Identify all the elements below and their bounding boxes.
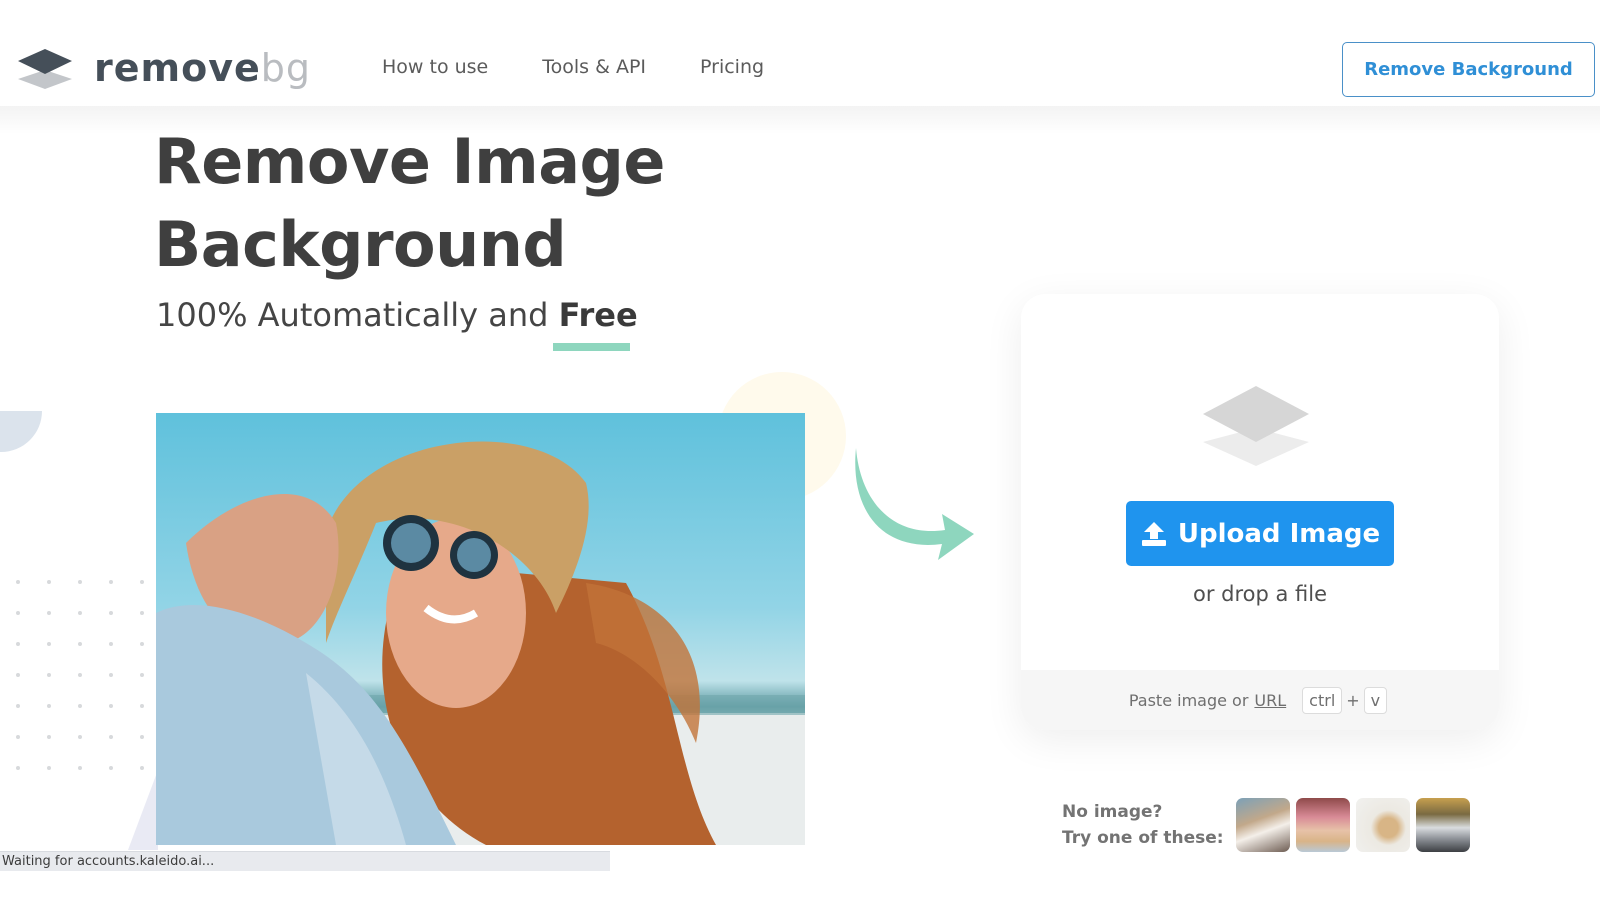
curved-arrow-icon [855, 448, 974, 560]
decorative-dot [47, 611, 51, 615]
url-link[interactable]: URL [1254, 691, 1286, 710]
layers-icon [1203, 386, 1309, 466]
decorative-dot [140, 704, 144, 708]
sample-thumbnail-cat[interactable] [1295, 798, 1350, 852]
decorative-dot [47, 766, 51, 770]
decorative-dot-grid [16, 580, 171, 797]
drop-file-hint: or drop a file [1192, 582, 1328, 606]
decorative-dot [109, 611, 113, 615]
decorative-dot [109, 642, 113, 646]
site-header: removebg How to use Tools & API Pricing … [0, 0, 1600, 106]
logo-text-bg: bg [260, 46, 312, 90]
decorative-dot [140, 673, 144, 677]
decorative-dot [109, 704, 113, 708]
decorative-dot [140, 642, 144, 646]
decorative-dot [16, 642, 20, 646]
upload-image-button[interactable]: Upload Image [1126, 501, 1394, 566]
decorative-dot [47, 704, 51, 708]
main-nav: How to use Tools & API Pricing [382, 56, 818, 78]
decorative-dot [78, 673, 82, 677]
sample-prompt-line1: No image? [1062, 802, 1163, 822]
logo-text-remove: remove [94, 46, 261, 90]
hero-subtitle: 100% Automatically and Free [156, 296, 638, 334]
title-line-2: Background [154, 208, 567, 281]
decorative-dot [140, 611, 144, 615]
decorative-dot [16, 673, 20, 677]
decorative-dot [78, 735, 82, 739]
upload-button-label: Upload Image [1177, 518, 1381, 549]
decorative-dot [16, 580, 20, 584]
decorative-dot [109, 580, 113, 584]
decorative-half-circle [0, 411, 42, 452]
decorative-triangle [128, 770, 158, 850]
sample-thumbnail-woman[interactable] [1235, 798, 1290, 852]
decorative-dot [140, 735, 144, 739]
logo[interactable]: removebg [16, 46, 311, 90]
decorative-dot [78, 766, 82, 770]
sample-images: No image? Try one of these: [1062, 798, 1476, 852]
kbd-v: v [1363, 686, 1388, 714]
free-underline [553, 343, 630, 351]
decorative-dot [47, 735, 51, 739]
decorative-dot [16, 611, 20, 615]
decorative-dot [109, 673, 113, 677]
woman-photo-illustration [156, 441, 805, 845]
browser-status-bar: Waiting for accounts.kaleido.ai... [0, 851, 610, 871]
kbd-ctrl: ctrl [1302, 686, 1343, 714]
upload-card[interactable]: Upload Image or drop a file Paste image … [1021, 294, 1499, 730]
page-title: Remove Image Background [154, 120, 665, 286]
paste-hint-bar: Paste image or URL ctrl + v [1021, 670, 1499, 730]
hero-example-image [156, 413, 805, 845]
decorative-dot [78, 642, 82, 646]
sample-prompt: No image? Try one of these: [1062, 799, 1224, 851]
upload-icon [1141, 521, 1166, 546]
decorative-dot [78, 580, 82, 584]
kbd-plus: + [1346, 690, 1360, 710]
layers-icon [18, 49, 72, 89]
decorative-dot [78, 704, 82, 708]
subtitle-prefix: 100% Automatically and [156, 296, 559, 334]
decorative-dot [16, 766, 20, 770]
decorative-dot [140, 580, 144, 584]
sample-thumbnail-donuts[interactable] [1355, 798, 1410, 852]
sample-prompt-line2: Try one of these: [1062, 828, 1224, 848]
decorative-dot [78, 611, 82, 615]
decorative-dot [16, 704, 20, 708]
remove-background-button[interactable]: Remove Background [1342, 42, 1595, 97]
decorative-dot [16, 735, 20, 739]
subtitle-emphasis: Free [558, 296, 638, 334]
title-line-1: Remove Image [154, 125, 665, 198]
decorative-dot [109, 766, 113, 770]
sample-thumbnail-car[interactable] [1415, 798, 1470, 852]
decorative-dot [47, 580, 51, 584]
decorative-dot [47, 642, 51, 646]
nav-how-to-use[interactable]: How to use [382, 56, 488, 78]
logo-wordmark: removebg [94, 49, 311, 87]
nav-pricing[interactable]: Pricing [700, 56, 764, 78]
paste-text: Paste image or [1128, 690, 1249, 710]
decorative-dot [109, 735, 113, 739]
nav-tools-api[interactable]: Tools & API [542, 56, 646, 78]
decorative-dot [47, 673, 51, 677]
